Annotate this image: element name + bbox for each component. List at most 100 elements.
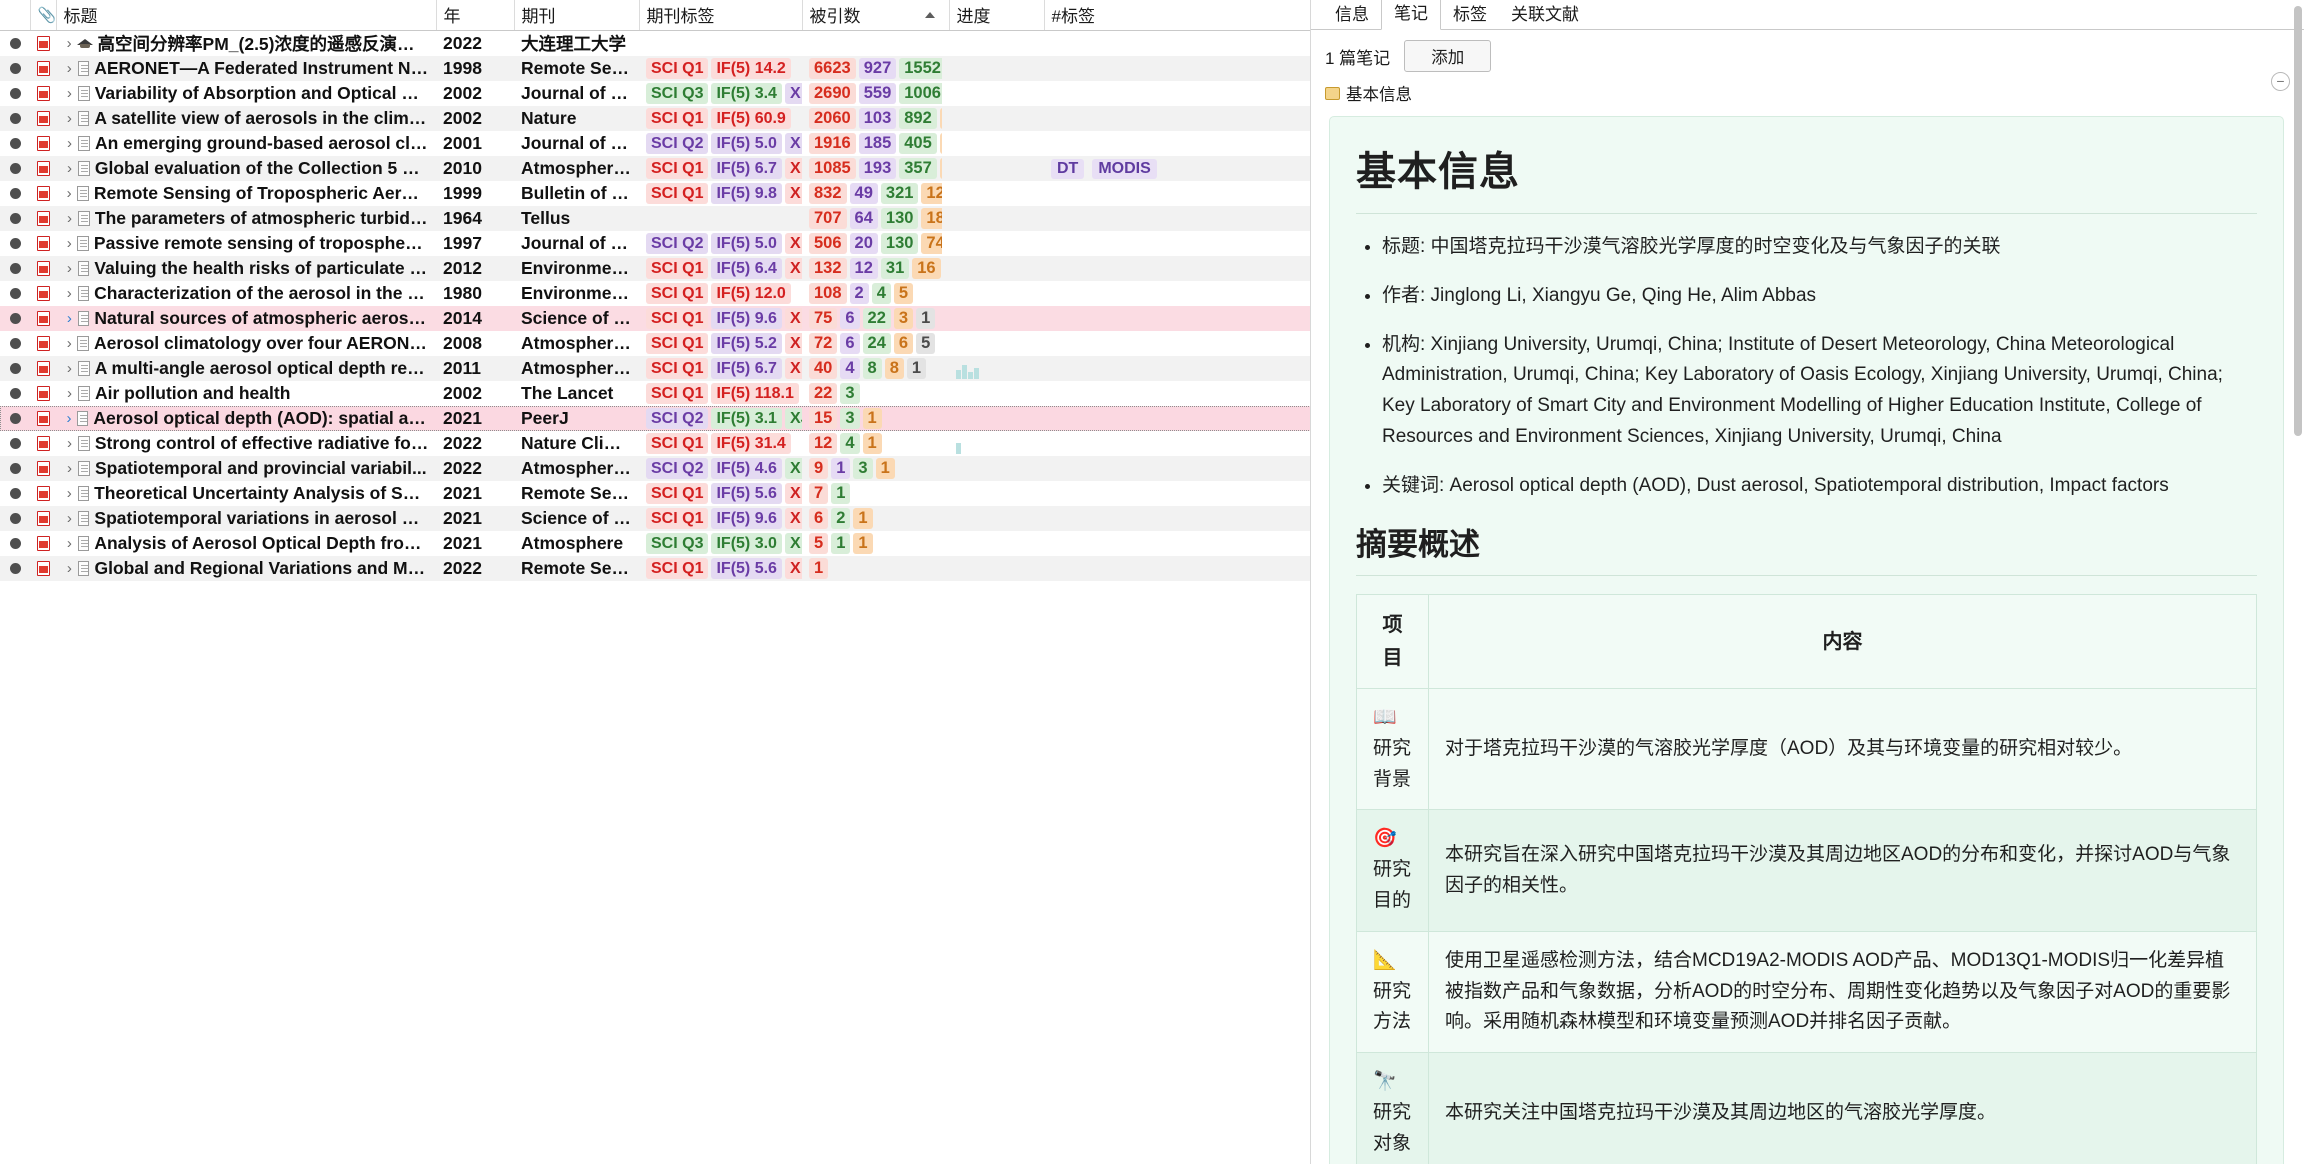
row-attachment-cell[interactable] <box>30 431 56 456</box>
row-attachment-cell[interactable] <box>30 56 56 81</box>
tag-chip[interactable]: DT <box>1051 159 1085 179</box>
row-title-cell[interactable]: › Spatiotemporal and provincial variabil… <box>56 456 436 481</box>
expand-chevron-icon[interactable]: › <box>63 210 76 227</box>
expand-chevron-icon[interactable]: › <box>63 535 76 552</box>
expand-chevron-icon[interactable]: › <box>63 410 75 427</box>
table-row[interactable]: › Aerosol climatology over four AERONET.… <box>0 330 1310 356</box>
row-status-dot-cell[interactable] <box>0 331 30 356</box>
row-attachment-cell[interactable] <box>30 381 56 406</box>
column-header-year[interactable]: 年 <box>435 0 514 31</box>
table-row[interactable]: › Global and Regional Variations and Mai… <box>0 555 1310 581</box>
column-header-attachment[interactable]: 📎 <box>29 0 56 31</box>
row-status-dot-cell[interactable] <box>0 406 30 431</box>
expand-chevron-icon[interactable]: › <box>63 360 76 377</box>
row-attachment-cell[interactable] <box>30 481 56 506</box>
expand-chevron-icon[interactable]: › <box>63 35 75 52</box>
expand-chevron-icon[interactable]: › <box>63 510 76 527</box>
row-attachment-cell[interactable] <box>30 556 56 581</box>
row-status-dot-cell[interactable] <box>0 131 30 156</box>
table-row[interactable]: › Spatiotemporal and provincial variabil… <box>0 455 1310 481</box>
row-attachment-cell[interactable] <box>30 406 56 431</box>
row-title-cell[interactable]: › Air pollution and health <box>56 381 436 406</box>
table-row[interactable]: › An emerging ground-based aerosol cli..… <box>0 130 1310 156</box>
detail-scrollbar-thumb[interactable] <box>2294 6 2302 436</box>
expand-chevron-icon[interactable]: › <box>63 260 76 277</box>
row-title-cell[interactable]: › Spatiotemporal variations in aerosol o… <box>56 506 436 531</box>
row-status-dot-cell[interactable] <box>0 456 30 481</box>
table-row[interactable]: › Theoretical Uncertainty Analysis of Sa… <box>0 480 1310 506</box>
note-list-item[interactable]: 基本信息 <box>1311 78 2304 110</box>
row-title-cell[interactable]: › Passive remote sensing of tropospheric… <box>56 231 436 256</box>
expand-chevron-icon[interactable]: › <box>63 460 76 477</box>
row-status-dot-cell[interactable] <box>0 30 30 56</box>
table-row[interactable]: › Remote Sensing of Tropospheric Aeroso.… <box>0 180 1310 206</box>
table-row[interactable]: › A multi-angle aerosol optical depth re… <box>0 355 1310 381</box>
row-title-cell[interactable]: › Characterization of the aerosol in the… <box>56 281 436 306</box>
row-title-cell[interactable]: › Global evaluation of the Collection 5 … <box>56 156 436 181</box>
row-attachment-cell[interactable] <box>30 30 56 56</box>
table-row[interactable]: › Strong control of effective radiative … <box>0 430 1310 456</box>
row-title-cell[interactable]: › Remote Sensing of Tropospheric Aeroso.… <box>56 181 436 206</box>
detail-scrollbar[interactable] <box>2292 0 2304 1164</box>
table-row[interactable]: › Passive remote sensing of tropospheric… <box>0 230 1310 256</box>
row-title-cell[interactable]: › Aerosol optical depth (AOD): spatial a… <box>56 406 436 431</box>
row-status-dot-cell[interactable] <box>0 531 30 556</box>
table-row[interactable]: › AERONET—A Federated Instrument Net... … <box>0 55 1310 81</box>
row-status-dot-cell[interactable] <box>0 356 30 381</box>
table-row[interactable]: › Analysis of Aerosol Optical Depth from… <box>0 530 1310 556</box>
expand-chevron-icon[interactable]: › <box>63 135 76 152</box>
row-title-cell[interactable]: › An emerging ground-based aerosol cli..… <box>56 131 436 156</box>
row-title-cell[interactable]: › The parameters of atmospheric turbidit… <box>56 206 436 231</box>
row-status-dot-cell[interactable] <box>0 556 30 581</box>
row-title-cell[interactable]: › Valuing the health risks of particulat… <box>56 256 436 281</box>
expand-chevron-icon[interactable]: › <box>63 285 76 302</box>
table-row[interactable]: › Spatiotemporal variations in aerosol o… <box>0 505 1310 531</box>
expand-chevron-icon[interactable]: › <box>63 160 76 177</box>
table-row[interactable]: › 高空间分辨率PM_(2.5)浓度的遥感反演方法... 2022 大连理工大学 <box>0 30 1310 56</box>
row-title-cell[interactable]: › Theoretical Uncertainty Analysis of Sa… <box>56 481 436 506</box>
row-status-dot-cell[interactable] <box>0 206 30 231</box>
tag-chip[interactable]: MODIS <box>1092 159 1157 179</box>
table-row[interactable]: › Aerosol optical depth (AOD): spatial a… <box>0 405 1310 431</box>
tab-2[interactable]: 标签 <box>1441 0 1499 30</box>
table-row[interactable]: › Variability of Absorption and Optical … <box>0 80 1310 106</box>
table-row[interactable]: › Air pollution and health 2002 The Lanc… <box>0 380 1310 406</box>
row-status-dot-cell[interactable] <box>0 156 30 181</box>
column-header-status[interactable] <box>0 0 30 31</box>
row-attachment-cell[interactable] <box>30 281 56 306</box>
tab-3[interactable]: 关联文献 <box>1499 0 1591 30</box>
expand-chevron-icon[interactable]: › <box>63 310 76 327</box>
row-title-cell[interactable]: › AERONET—A Federated Instrument Net... <box>56 56 436 81</box>
table-row[interactable]: › Global evaluation of the Collection 5 … <box>0 155 1310 181</box>
row-title-cell[interactable]: › A multi-angle aerosol optical depth re… <box>56 356 436 381</box>
row-title-cell[interactable]: › Natural sources of atmospheric aerosol… <box>56 306 436 331</box>
column-header-cited[interactable]: 被引数 <box>801 0 949 31</box>
row-status-dot-cell[interactable] <box>0 281 30 306</box>
row-attachment-cell[interactable] <box>30 531 56 556</box>
row-title-cell[interactable]: › Variability of Absorption and Optical … <box>56 81 436 106</box>
row-title-cell[interactable]: › Global and Regional Variations and Mai… <box>56 556 436 581</box>
expand-chevron-icon[interactable]: › <box>63 60 76 77</box>
add-note-button[interactable]: 添加 <box>1404 40 1492 72</box>
row-status-dot-cell[interactable] <box>0 231 30 256</box>
row-status-dot-cell[interactable] <box>0 381 30 406</box>
expand-chevron-icon[interactable]: › <box>63 485 76 502</box>
row-attachment-cell[interactable] <box>30 506 56 531</box>
row-attachment-cell[interactable] <box>30 256 56 281</box>
column-header-journal-tag[interactable]: 期刊标签 <box>638 0 802 31</box>
row-status-dot-cell[interactable] <box>0 506 30 531</box>
row-attachment-cell[interactable] <box>30 206 56 231</box>
expand-chevron-icon[interactable]: › <box>63 185 75 202</box>
expand-chevron-icon[interactable]: › <box>63 385 76 402</box>
expand-chevron-icon[interactable]: › <box>63 85 76 102</box>
row-status-dot-cell[interactable] <box>0 81 30 106</box>
collapse-panel-button[interactable]: − <box>2271 72 2290 91</box>
row-title-cell[interactable]: › 高空间分辨率PM_(2.5)浓度的遥感反演方法... <box>56 30 436 56</box>
table-row[interactable]: › Valuing the health risks of particulat… <box>0 255 1310 281</box>
row-status-dot-cell[interactable] <box>0 431 30 456</box>
column-header-journal[interactable]: 期刊 <box>513 0 639 31</box>
row-status-dot-cell[interactable] <box>0 256 30 281</box>
column-header-progress[interactable]: 进度 <box>948 0 1044 31</box>
row-title-cell[interactable]: › A satellite view of aerosols in the cl… <box>56 106 436 131</box>
row-attachment-cell[interactable] <box>30 356 56 381</box>
